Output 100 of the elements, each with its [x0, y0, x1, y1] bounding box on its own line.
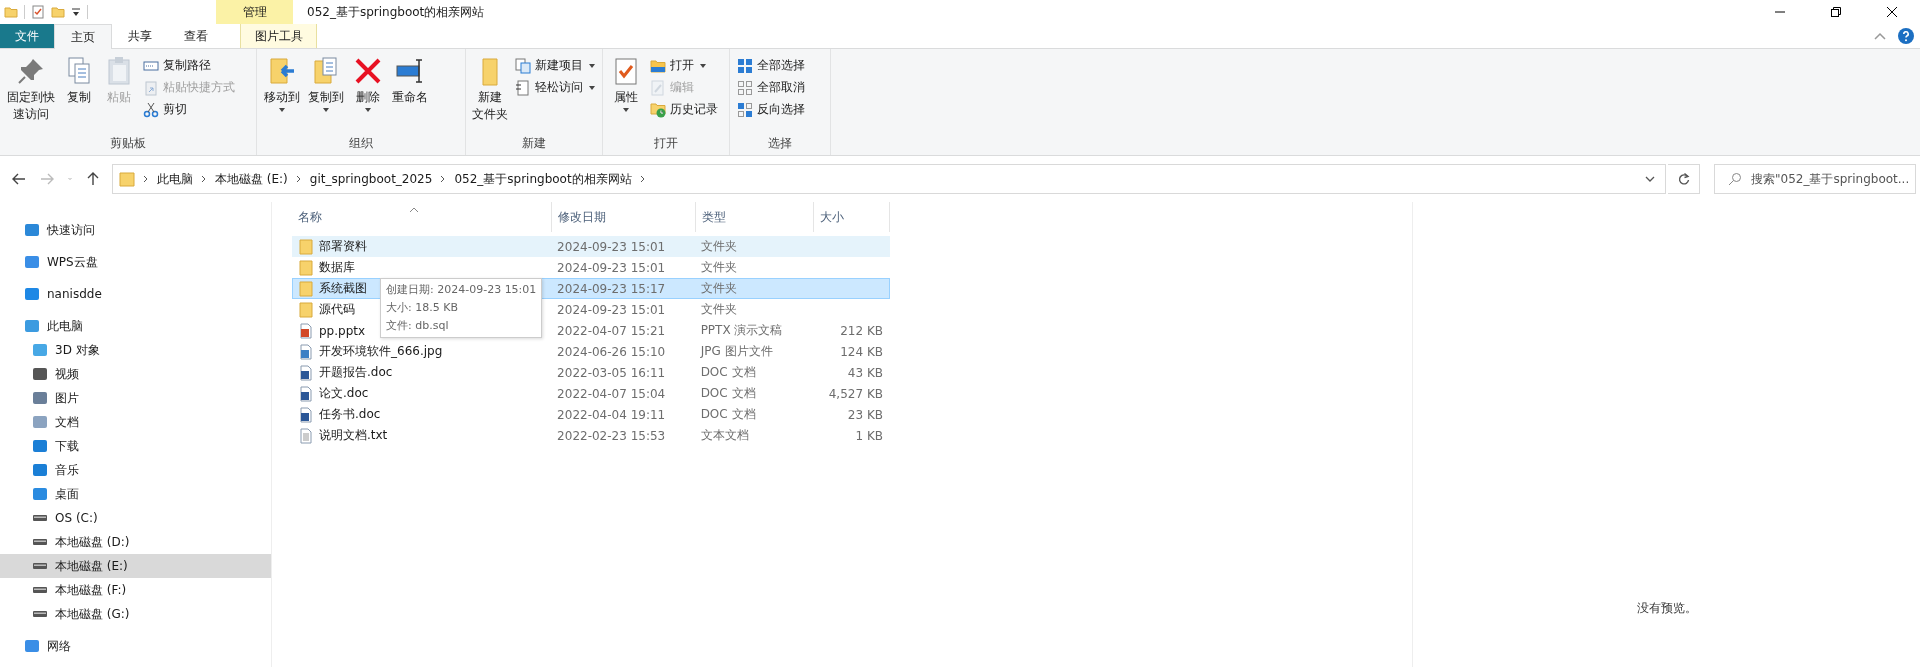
nav-item[interactable]: 文档 [0, 410, 271, 434]
address-bar[interactable]: 此电脑 本地磁盘 (E:) git_springboot_2025 052_基于springboot的相亲网站 [112, 164, 1666, 194]
date-cell-text: 2024-09-23 15:01 [556, 260, 667, 275]
nav-item[interactable]: nanisdde [0, 282, 271, 306]
date-cell-text: 2022-04-07 15:04 [556, 386, 667, 401]
chevron-icon[interactable] [201, 175, 207, 183]
collapse-ribbon-icon[interactable] [1874, 32, 1886, 40]
ribbon-button[interactable]: 固定到快 速访问 [4, 53, 58, 125]
ribbon-button[interactable]: 轻松访问 [512, 77, 598, 98]
picture-tools-tab[interactable]: 图片工具 [240, 24, 317, 48]
file-name[interactable]: 部署资料 [319, 238, 367, 255]
checklist-icon[interactable] [31, 5, 45, 19]
nav-item[interactable]: 快速访问 [0, 218, 271, 242]
nav-item[interactable]: OS (C:) [0, 506, 271, 530]
chevron-icon[interactable] [440, 175, 447, 183]
search-field[interactable]: 搜索"052_基于springboot... [1714, 164, 1916, 194]
date-cell-text: 2022-04-04 19:11 [556, 407, 667, 422]
drive-icon [32, 587, 48, 593]
restore-icon [1830, 6, 1842, 18]
row-highlight[interactable]: 部署资料 2024-09-23 15:01 文件夹 [292, 236, 890, 257]
type-cell-text: DOC 文档 [699, 406, 757, 423]
type-cell-text: 文件夹 [699, 259, 738, 276]
shortcut-icon [143, 79, 159, 96]
ribbon-tab[interactable]: 查看 [168, 24, 224, 48]
breadcrumb[interactable]: 此电脑 [157, 170, 193, 188]
ribbon-tab[interactable]: 共享 [112, 24, 168, 48]
nav-item[interactable]: 本地磁盘 (F:) [0, 578, 271, 602]
nav-item[interactable]: 视频 [0, 362, 271, 386]
column-header[interactable]: 大小 [814, 202, 890, 232]
file-name[interactable]: 说明文档.txt [319, 427, 388, 444]
ribbon-button[interactable]: 属性 [607, 53, 645, 114]
edit-icon [650, 79, 666, 96]
column-header[interactable]: 名称 [292, 202, 552, 232]
ribbon-button[interactable]: 新建项目 [512, 55, 598, 76]
group-label: 新建 [521, 135, 547, 152]
sort-indicator-icon [409, 207, 419, 213]
scissors-icon [143, 101, 159, 118]
file-name[interactable]: 源代码 [319, 301, 355, 318]
breadcrumb[interactable]: 本地磁盘 (E:) [215, 170, 288, 188]
column-header[interactable]: 修改日期 [552, 202, 696, 232]
file-name[interactable]: pp.pptx [319, 323, 366, 338]
column-header[interactable]: 类型 [696, 202, 814, 232]
ribbon-button[interactable]: 移动到 [261, 53, 303, 114]
nav-item[interactable]: 音乐 [0, 458, 271, 482]
history-icon [650, 101, 666, 118]
nav-item[interactable]: 此电脑 [0, 314, 271, 338]
ribbon-button[interactable]: 全部选择 [734, 55, 808, 76]
file-icon [298, 259, 314, 276]
file-name[interactable]: 开题报告.doc [319, 364, 393, 381]
file-icon [298, 301, 314, 318]
nav-item[interactable]: 本地磁盘 (E:) [0, 554, 271, 578]
file-tab[interactable]: 文件 [0, 24, 54, 48]
file-icon [298, 385, 314, 402]
ribbon-button[interactable]: 打开 [647, 55, 721, 76]
breadcrumb[interactable]: 052_基于springboot的相亲网站 [454, 170, 632, 188]
date-cell-text: 2024-09-23 15:01 [556, 302, 667, 317]
help-icon[interactable] [1898, 28, 1914, 44]
file-icon [298, 280, 314, 297]
file-name[interactable]: 开发环境软件_666.jpg [319, 343, 443, 360]
ribbon-button[interactable]: 删除 [349, 53, 387, 114]
date-cell-text: 2024-09-23 15:01 [556, 239, 667, 254]
ribbon-tab[interactable]: 主页 [54, 24, 112, 49]
file-name[interactable]: 数据库 [319, 259, 355, 276]
size-cell: 212 KB [840, 323, 883, 338]
breadcrumb[interactable]: git_springboot_2025 [309, 172, 433, 186]
ribbon-button[interactable]: 历史记录 [647, 99, 721, 120]
size-cell: 23 KB [847, 407, 883, 422]
ribbon-button[interactable]: 复制路径 [140, 55, 238, 76]
nav-item[interactable]: 下载 [0, 434, 271, 458]
folder-icon [119, 171, 135, 187]
file-name[interactable]: 任务书.doc [319, 406, 381, 423]
ribbon-button[interactable]: 新建 文件夹 [470, 53, 510, 125]
file-name[interactable]: 系统截图 [319, 280, 367, 297]
file-name[interactable]: 论文.doc [319, 385, 369, 402]
nav-item[interactable]: 本地磁盘 (D:) [0, 530, 271, 554]
file-icon [298, 343, 314, 360]
nav-item[interactable]: 3D 对象 [0, 338, 271, 362]
chevron-icon[interactable] [639, 175, 646, 183]
nav-item[interactable]: 网络 [0, 634, 271, 658]
ribbon-button[interactable]: 反向选择 [734, 99, 808, 120]
refresh-button[interactable] [1668, 164, 1700, 194]
minimize-icon [1774, 11, 1786, 13]
ribbon-button[interactable]: 全部取消 [734, 77, 808, 98]
ribbon-button[interactable]: 重命名 [389, 53, 431, 108]
dropdown-icon[interactable] [1645, 176, 1655, 182]
ribbon-button[interactable]: 复制 [60, 53, 98, 108]
date-cell-text: 2022-03-05 16:11 [556, 365, 667, 380]
chevron-icon[interactable] [143, 175, 149, 183]
easy-access-icon [515, 79, 531, 96]
nav-item[interactable]: 图片 [0, 386, 271, 410]
select-all-icon [737, 57, 753, 74]
ribbon-button[interactable]: 剪切 [140, 99, 238, 120]
nav-item[interactable]: 桌面 [0, 482, 271, 506]
ribbon-button[interactable]: 复制到 [305, 53, 347, 114]
nav-item[interactable]: 本地磁盘 (G:) [0, 602, 271, 626]
type-cell-text: 文件夹 [699, 238, 738, 255]
type-cell-text: JPG 图片文件 [699, 343, 774, 360]
chevron-icon[interactable] [295, 175, 302, 183]
nav-item[interactable]: WPS云盘 [0, 250, 271, 274]
close-icon [1886, 6, 1898, 18]
